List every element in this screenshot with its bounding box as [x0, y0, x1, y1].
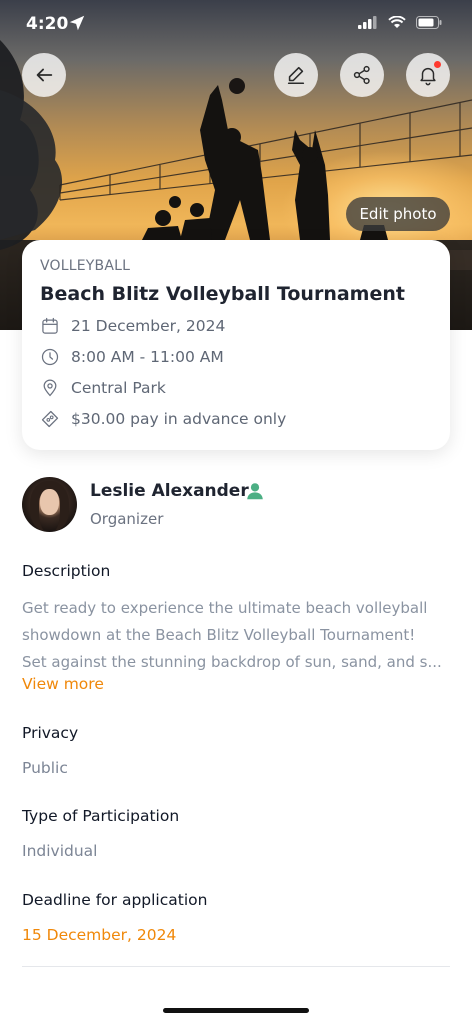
status-time: 4:20 [26, 14, 69, 34]
battery-icon [416, 16, 442, 29]
bottom-bar [0, 985, 472, 1024]
participation-label: Type of Participation [22, 807, 180, 825]
calendar-icon [42, 317, 58, 334]
event-location-row: Central Park [40, 378, 432, 398]
wifi-icon [388, 16, 406, 28]
status-bar: 4:20 [0, 0, 472, 48]
event-time-row: 8:00 AM - 11:00 AM [40, 347, 432, 367]
avatar [22, 477, 77, 532]
description-line: showdown at the Beach Blitz Volleyball T… [22, 626, 416, 644]
signal-icon [358, 16, 377, 29]
privacy-value: Public [22, 759, 68, 777]
event-time: 8:00 AM - 11:00 AM [71, 348, 224, 366]
event-info-card: VOLLEYBALL Beach Blitz Volleyball Tourna… [22, 240, 450, 450]
organizer-role: Organizer [90, 510, 164, 528]
status-icons [358, 16, 442, 29]
event-price: $30.00 pay in advance only [71, 410, 287, 428]
edit-photo-button[interactable]: Edit photo [346, 197, 450, 231]
description-line: Get ready to experience the ultimate bea… [22, 599, 428, 617]
event-title: Beach Blitz Volleyball Tournament [40, 283, 405, 305]
back-button[interactable] [22, 53, 66, 97]
description-line: Set against the stunning backdrop of sun… [22, 653, 442, 671]
organizer-section[interactable]: Leslie Alexander Organizer [22, 477, 450, 533]
event-location: Central Park [71, 379, 166, 397]
event-category: VOLLEYBALL [40, 258, 131, 274]
event-date-row: 21 December, 2024 [40, 316, 432, 336]
divider [22, 966, 450, 967]
deadline-label: Deadline for application [22, 891, 208, 909]
notification-dot [434, 61, 441, 68]
share-icon [353, 65, 370, 85]
avatar-face [40, 489, 59, 515]
share-button[interactable] [340, 53, 384, 97]
event-date: 21 December, 2024 [71, 317, 226, 335]
event-price-row: $30.00 pay in advance only [40, 409, 432, 429]
description-label: Description [22, 562, 111, 580]
arrow-left-icon [36, 68, 53, 82]
home-indicator[interactable] [163, 1008, 309, 1013]
notification-button[interactable] [406, 53, 450, 97]
user-badge-icon [247, 483, 263, 500]
location-arrow-icon [69, 15, 85, 31]
privacy-label: Privacy [22, 724, 79, 742]
pencil-icon [287, 66, 305, 85]
deadline-value: 15 December, 2024 [22, 926, 177, 944]
organizer-name: Leslie Alexander [90, 481, 249, 501]
clock-icon [41, 348, 59, 366]
view-more-link[interactable]: View more [22, 675, 104, 693]
ticket-icon [41, 410, 59, 428]
edit-button[interactable] [274, 53, 318, 97]
map-pin-icon [43, 379, 57, 397]
participation-value: Individual [22, 842, 98, 860]
description-text: Get ready to experience the ultimate bea… [22, 595, 450, 676]
